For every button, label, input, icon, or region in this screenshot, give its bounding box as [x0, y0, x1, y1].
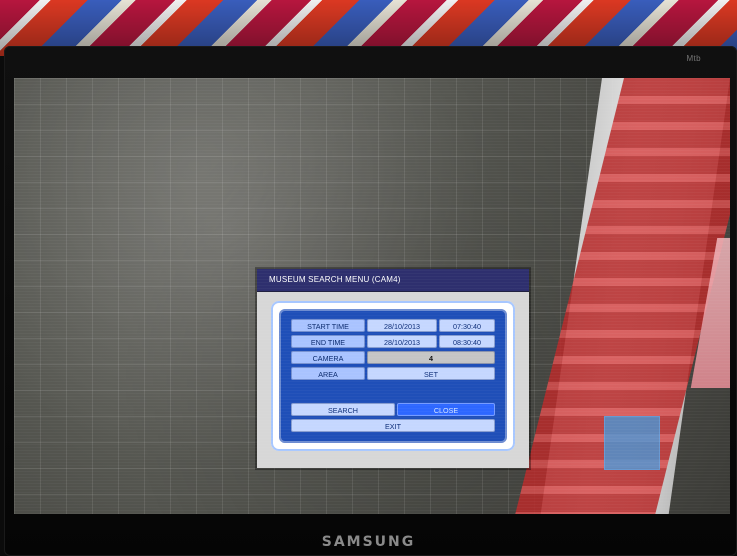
label-start-time: START TIME: [291, 319, 365, 332]
monitor-model-mark: Mtb: [686, 54, 701, 63]
row-area: AREA SET: [291, 367, 495, 380]
osd-title: MUSEUM SEARCH MENU (CAM4): [257, 269, 529, 292]
label-camera: CAMERA: [291, 351, 365, 364]
value-start-time[interactable]: 07:30:40: [439, 319, 495, 332]
photo-root: Mtb MUSEUM SEARCH MENU (CAM4) START TIME…: [0, 0, 737, 556]
row-end-time: END TIME 28/10/2013 08:30:40: [291, 335, 495, 348]
label-end-time: END TIME: [291, 335, 365, 348]
row-camera: CAMERA 4: [291, 351, 495, 364]
search-button[interactable]: SEARCH: [291, 403, 395, 416]
value-area[interactable]: SET: [367, 367, 495, 380]
osd-window: MUSEUM SEARCH MENU (CAM4) START TIME 28/…: [257, 269, 529, 468]
close-button[interactable]: CLOSE: [397, 403, 495, 416]
value-camera[interactable]: 4: [367, 351, 495, 364]
osd-buttons: SEARCH CLOSE EXIT: [291, 403, 495, 433]
row-start-time: START TIME 28/10/2013 07:30:40: [291, 319, 495, 332]
value-end-time[interactable]: 08:30:40: [439, 335, 495, 348]
osd-panel: START TIME 28/10/2013 07:30:40 END TIME …: [271, 301, 515, 451]
value-end-date[interactable]: 28/10/2013: [367, 335, 437, 348]
monitor-screen: MUSEUM SEARCH MENU (CAM4) START TIME 28/…: [14, 78, 730, 514]
blue-block: [604, 416, 660, 470]
value-start-date[interactable]: 28/10/2013: [367, 319, 437, 332]
osd-inner-panel: START TIME 28/10/2013 07:30:40 END TIME …: [279, 309, 507, 443]
label-area: AREA: [291, 367, 365, 380]
exit-button[interactable]: EXIT: [291, 419, 495, 432]
monitor-brand: SAMSUNG: [321, 534, 416, 550]
